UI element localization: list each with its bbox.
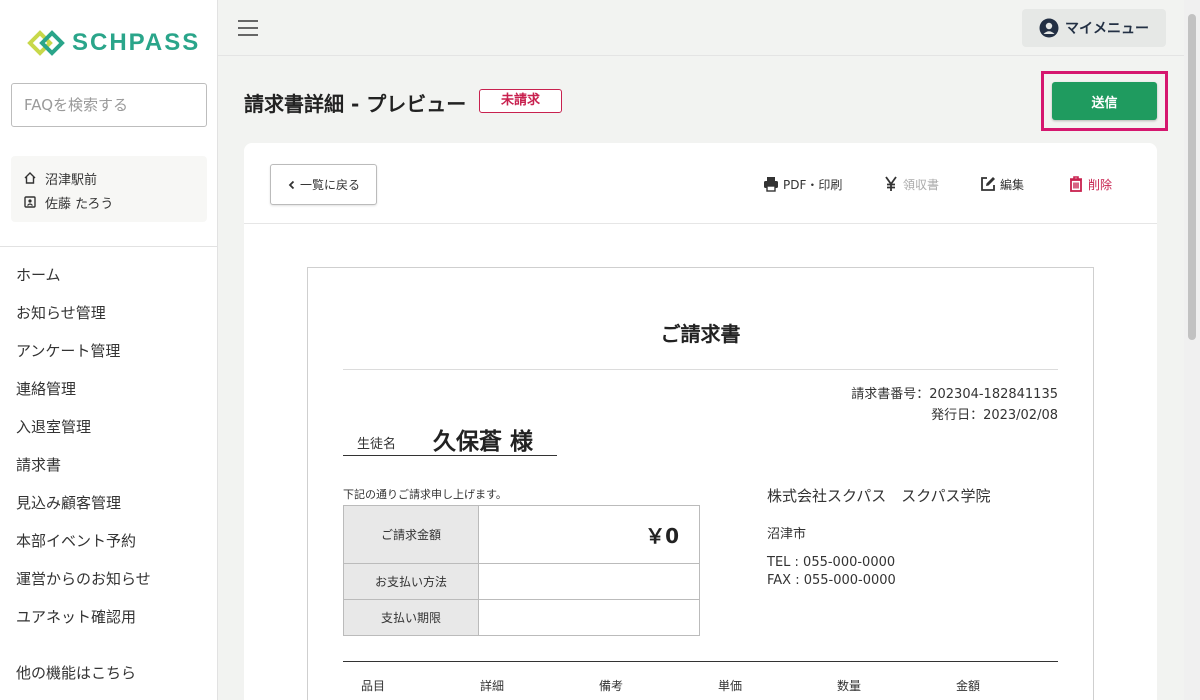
logo-text: SCHPASS — [72, 29, 201, 56]
sidebar-item-events[interactable]: 本部イベント予約 — [0, 522, 218, 560]
column-header-item: 品目 — [361, 679, 386, 693]
sidebar-divider — [0, 246, 218, 247]
column-header-amount: 金額 — [956, 679, 981, 693]
id-badge-icon — [24, 196, 36, 208]
column-header-quantity: 数量 — [837, 679, 862, 693]
sidebar-item-home[interactable]: ホーム — [0, 256, 218, 294]
pdf-print-label: PDF・印刷 — [783, 177, 843, 192]
school-row: 沼津駅前 — [23, 166, 195, 190]
sidebar: SCHPASS 沼津駅前 佐藤 たろう ホーム お知らせ管理 アンケート管理 連… — [0, 0, 218, 700]
send-button[interactable]: 送信 — [1052, 82, 1157, 120]
payment-due-value — [478, 599, 700, 636]
receipt-button[interactable]: 領収書 — [882, 175, 939, 193]
column-header-unit-price: 単価 — [718, 679, 743, 693]
school-name: 沼津駅前 — [45, 172, 98, 188]
billing-summary-table: ご請求金額 ￥0 お支払い方法 支払い期限 — [343, 505, 700, 636]
company-fax: FAX : 055-000-0000 — [767, 573, 896, 588]
student-name-underline — [343, 455, 557, 456]
issue-date: 発行日：2023/02/08 — [931, 408, 1058, 423]
yen-icon — [885, 176, 897, 191]
sidebar-item-attendance[interactable]: 入退室管理 — [0, 408, 218, 446]
billing-amount-label: ご請求金額 — [343, 505, 479, 564]
sidebar-item-contacts[interactable]: 連絡管理 — [0, 370, 218, 408]
logo[interactable]: SCHPASS — [26, 28, 200, 58]
user-name: 佐藤 たろう — [45, 196, 114, 212]
table-row: 支払い期限 — [343, 599, 700, 636]
more-features-link[interactable]: 他の機能はこちら — [16, 662, 136, 683]
company-city: 沼津市 — [767, 527, 807, 542]
back-to-list-button[interactable]: 一覧に戻る — [270, 164, 377, 205]
payment-due-label: 支払い期限 — [343, 599, 479, 636]
billing-amount-value: ￥0 — [478, 505, 700, 564]
invoice-title: ご請求書 — [660, 322, 741, 346]
invoice-preview: ご請求書 請求書番号：202304-182841135 発行日：2023/02/… — [307, 267, 1094, 700]
student-label: 生徒名 — [357, 437, 397, 452]
sidebar-item-surveys[interactable]: アンケート管理 — [0, 332, 218, 370]
user-row: 佐藤 たろう — [23, 190, 195, 214]
column-header-detail: 詳細 — [480, 679, 505, 693]
table-row: お支払い方法 — [343, 563, 700, 600]
sidebar-nav: ホーム お知らせ管理 アンケート管理 連絡管理 入退室管理 請求書 見込み顧客管… — [0, 256, 218, 636]
back-label: 一覧に戻る — [299, 178, 360, 192]
invoice-notice: 下記の通りご請求申し上げます。 — [343, 488, 507, 501]
student-name: 久保蒼 様 — [433, 429, 534, 455]
topbar: マイメニュー — [218, 0, 1184, 56]
company-contact: TEL : 055-000-0000 FAX : 055-000-0000 — [767, 554, 896, 590]
page-title: 請求書詳細 - プレビュー — [244, 92, 467, 116]
card-toolbar: 一覧に戻る PDF・印刷 領収書 編集 削除 — [244, 143, 1157, 224]
menu-toggle-icon[interactable] — [238, 20, 258, 36]
my-menu-label: マイメニュー — [1065, 21, 1149, 37]
sidebar-item-operator-notices[interactable]: 運営からのお知らせ — [0, 560, 218, 598]
invoice-divider — [343, 369, 1058, 370]
sidebar-item-notices[interactable]: お知らせ管理 — [0, 294, 218, 332]
invoice-meta: 請求書番号：202304-182841135 発行日：2023/02/08 — [851, 384, 1058, 426]
company-name: 株式会社スクパス スクパス学院 — [767, 487, 991, 505]
my-menu-button[interactable]: マイメニュー — [1022, 9, 1166, 47]
sidebar-item-invoices[interactable]: 請求書 — [0, 446, 218, 484]
user-circle-icon — [1039, 18, 1059, 38]
payment-method-label: お支払い方法 — [343, 563, 479, 600]
chevron-left-icon — [288, 180, 295, 189]
status-badge: 未請求 — [479, 89, 562, 113]
logo-icon — [27, 30, 65, 56]
printer-icon — [764, 177, 778, 192]
page-scrollbar[interactable] — [1184, 0, 1200, 700]
receipt-label: 領収書 — [903, 177, 940, 192]
company-tel: TEL : 055-000-0000 — [767, 555, 896, 570]
pdf-print-button[interactable]: PDF・印刷 — [762, 175, 842, 193]
delete-button[interactable]: 削除 — [1067, 175, 1112, 193]
user-box: 沼津駅前 佐藤 たろう — [11, 156, 207, 222]
scrollbar-thumb[interactable] — [1188, 14, 1196, 340]
edit-button[interactable]: 編集 — [979, 175, 1024, 193]
invoice-card: 一覧に戻る PDF・印刷 領収書 編集 削除 ご請求書 請求書番号：202304… — [244, 143, 1157, 700]
home-icon — [24, 172, 36, 184]
items-divider — [343, 661, 1058, 662]
delete-label: 削除 — [1088, 177, 1113, 192]
invoice-number: 請求書番号：202304-182841135 — [851, 387, 1058, 402]
payment-method-value — [478, 563, 700, 600]
trash-icon — [1070, 176, 1082, 192]
edit-label: 編集 — [1000, 177, 1025, 192]
edit-icon — [981, 177, 995, 191]
sidebar-item-prospects[interactable]: 見込み顧客管理 — [0, 484, 218, 522]
column-header-note: 備考 — [599, 679, 624, 693]
table-row: ご請求金額 ￥0 — [343, 505, 700, 564]
sidebar-item-yournet[interactable]: ユアネット確認用 — [0, 598, 218, 636]
faq-search-input[interactable] — [11, 83, 207, 127]
